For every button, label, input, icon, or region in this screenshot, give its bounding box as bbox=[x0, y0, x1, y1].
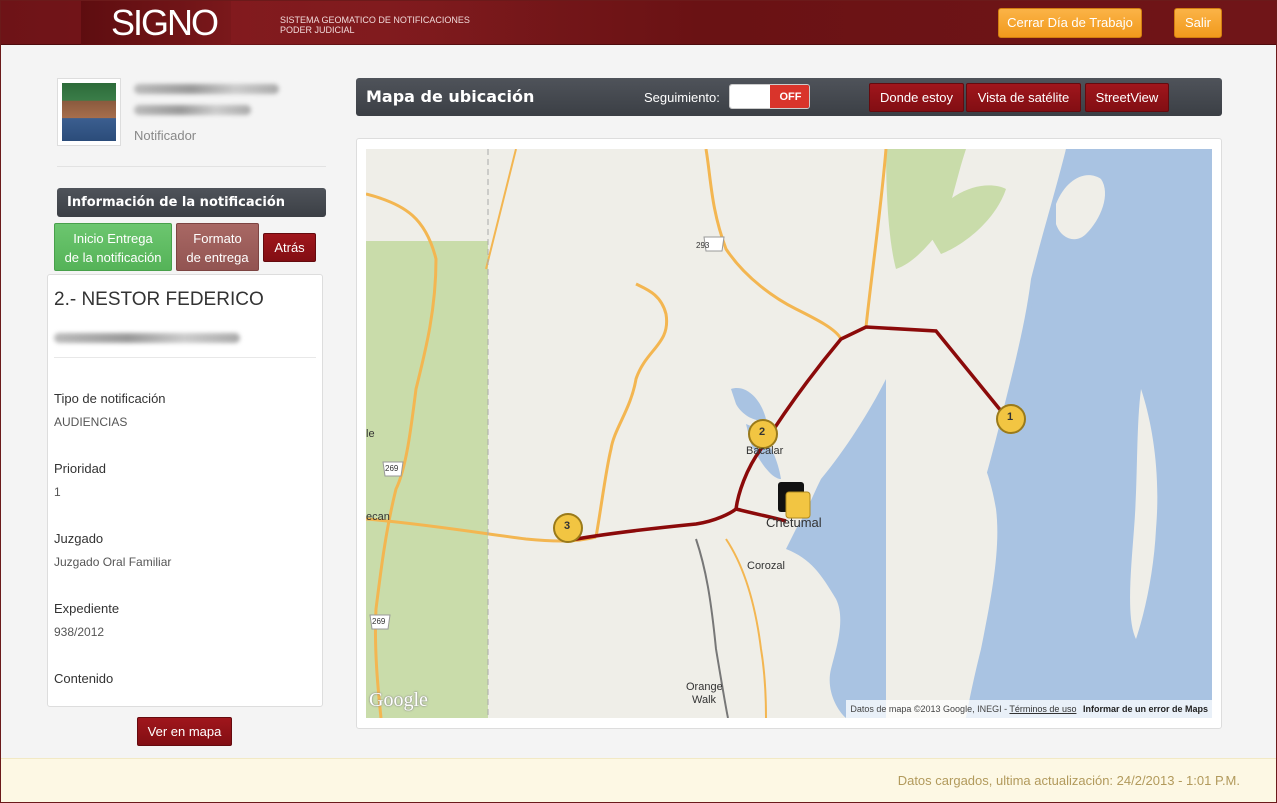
app-subtitle: SISTEMA GEOMATICO DE NOTIFICACIONES PODE… bbox=[280, 15, 470, 35]
subtitle-line-1: SISTEMA GEOMATICO DE NOTIFICACIONES bbox=[280, 15, 470, 25]
delivery-format-label-2: de entrega bbox=[186, 250, 249, 265]
road-northwest bbox=[485, 149, 517, 270]
delivery-format-label-1: Formato bbox=[193, 231, 242, 246]
map-canvas[interactable]: 293 269 269 1 2 3 Bacalar Chetumal Coroz… bbox=[366, 149, 1212, 718]
field-value-priority: 1 bbox=[54, 485, 61, 499]
shield-text-269-bottom: 269 bbox=[372, 617, 386, 626]
delivery-format-button[interactable]: Formato de entrega bbox=[176, 223, 259, 271]
satellite-view-button[interactable]: Vista de satélite bbox=[966, 83, 1081, 112]
map-title: Mapa de ubicación bbox=[366, 87, 535, 106]
google-logo[interactable]: Google bbox=[369, 689, 428, 712]
place-chetumal: Chetumal bbox=[766, 515, 822, 530]
app-header: SIGNO SISTEMA GEOMATICO DE NOTIFICACIONE… bbox=[1, 1, 1276, 45]
place-le: le bbox=[366, 428, 375, 440]
marker-2-label: 2 bbox=[759, 426, 766, 438]
where-am-i-button[interactable]: Donde estoy bbox=[869, 83, 964, 112]
status-footer: Datos cargados, ultima actualización: 24… bbox=[1, 758, 1276, 802]
redacted-user-surname bbox=[134, 105, 251, 115]
user-role: Notificador bbox=[134, 128, 197, 143]
marker-3-label: 3 bbox=[564, 520, 571, 532]
tracking-toggle[interactable]: OFF bbox=[729, 84, 810, 109]
notification-info-header: Información de la notificación bbox=[57, 188, 326, 217]
avatar-photo bbox=[62, 83, 116, 141]
terms-link[interactable]: Términos de uso bbox=[1009, 704, 1076, 714]
app-logo[interactable]: SIGNO bbox=[111, 3, 219, 43]
place-corozal: Corozal bbox=[747, 560, 785, 572]
report-error-link[interactable]: Informar de un error de Maps bbox=[1083, 704, 1208, 714]
tracking-label: Seguimiento: bbox=[644, 90, 720, 105]
map-attribution: Datos de mapa ©2013 Google, INEGI - Térm… bbox=[846, 700, 1212, 718]
road-north bbox=[594, 282, 669, 538]
notification-card: 2.- NESTOR FEDERICO Tipo de notificación… bbox=[47, 274, 323, 707]
field-value-file: 938/2012 bbox=[54, 625, 105, 639]
field-label-file: Expediente bbox=[54, 601, 120, 616]
map-graphics bbox=[366, 149, 1212, 718]
field-value-court: Juzgado Oral Familiar bbox=[54, 555, 172, 569]
shield-text-269-top: 269 bbox=[385, 464, 399, 473]
place-orange: Orange bbox=[686, 681, 723, 693]
toggle-knob bbox=[730, 85, 770, 108]
lagoon bbox=[731, 388, 766, 421]
place-bacalar: Bacalar bbox=[746, 445, 784, 457]
map-toolbar: Mapa de ubicación Seguimiento: OFF Donde… bbox=[356, 78, 1222, 116]
field-label-content: Contenido bbox=[54, 671, 114, 686]
attribution-text: Datos de mapa ©2013 Google, INEGI - bbox=[850, 704, 1010, 714]
start-delivery-label-2: de la notificación bbox=[64, 250, 162, 265]
redacted-user-name bbox=[134, 84, 279, 94]
field-label-priority: Prioridad bbox=[54, 461, 107, 476]
toggle-state: OFF bbox=[770, 85, 809, 108]
back-button[interactable]: Atrás bbox=[263, 233, 316, 262]
redacted-address bbox=[54, 333, 240, 343]
recipient-name: 2.- NESTOR FEDERICO bbox=[54, 289, 264, 310]
road-north-east bbox=[864, 149, 888, 328]
logout-button[interactable]: Salir bbox=[1174, 8, 1222, 38]
field-label-type: Tipo de notificación bbox=[54, 391, 166, 406]
divider bbox=[57, 166, 326, 167]
start-delivery-button[interactable]: Inicio Entrega de la notificación bbox=[54, 223, 172, 271]
marker-1-label: 1 bbox=[1007, 411, 1014, 423]
place-walk: Walk bbox=[692, 694, 717, 706]
field-label-court: Juzgado bbox=[54, 531, 104, 546]
current-location-marker[interactable] bbox=[778, 482, 811, 519]
start-delivery-label-1: Inicio Entrega bbox=[73, 231, 153, 246]
streetview-button[interactable]: StreetView bbox=[1085, 83, 1169, 112]
view-on-map-button[interactable]: Ver en mapa bbox=[137, 717, 232, 746]
subtitle-line-2: PODER JUDICIAL bbox=[280, 25, 355, 35]
last-update-status: Datos cargados, ultima actualización: 24… bbox=[897, 773, 1240, 788]
close-workday-button[interactable]: Cerrar Día de Trabajo bbox=[998, 8, 1142, 38]
field-value-type: AUDIENCIAS bbox=[54, 415, 128, 429]
shield-text-293: 293 bbox=[696, 241, 710, 250]
place-ecan: ecan bbox=[366, 511, 390, 523]
road-293 bbox=[704, 149, 843, 340]
avatar bbox=[57, 78, 121, 146]
park-area bbox=[366, 241, 488, 718]
card-divider bbox=[54, 357, 316, 358]
